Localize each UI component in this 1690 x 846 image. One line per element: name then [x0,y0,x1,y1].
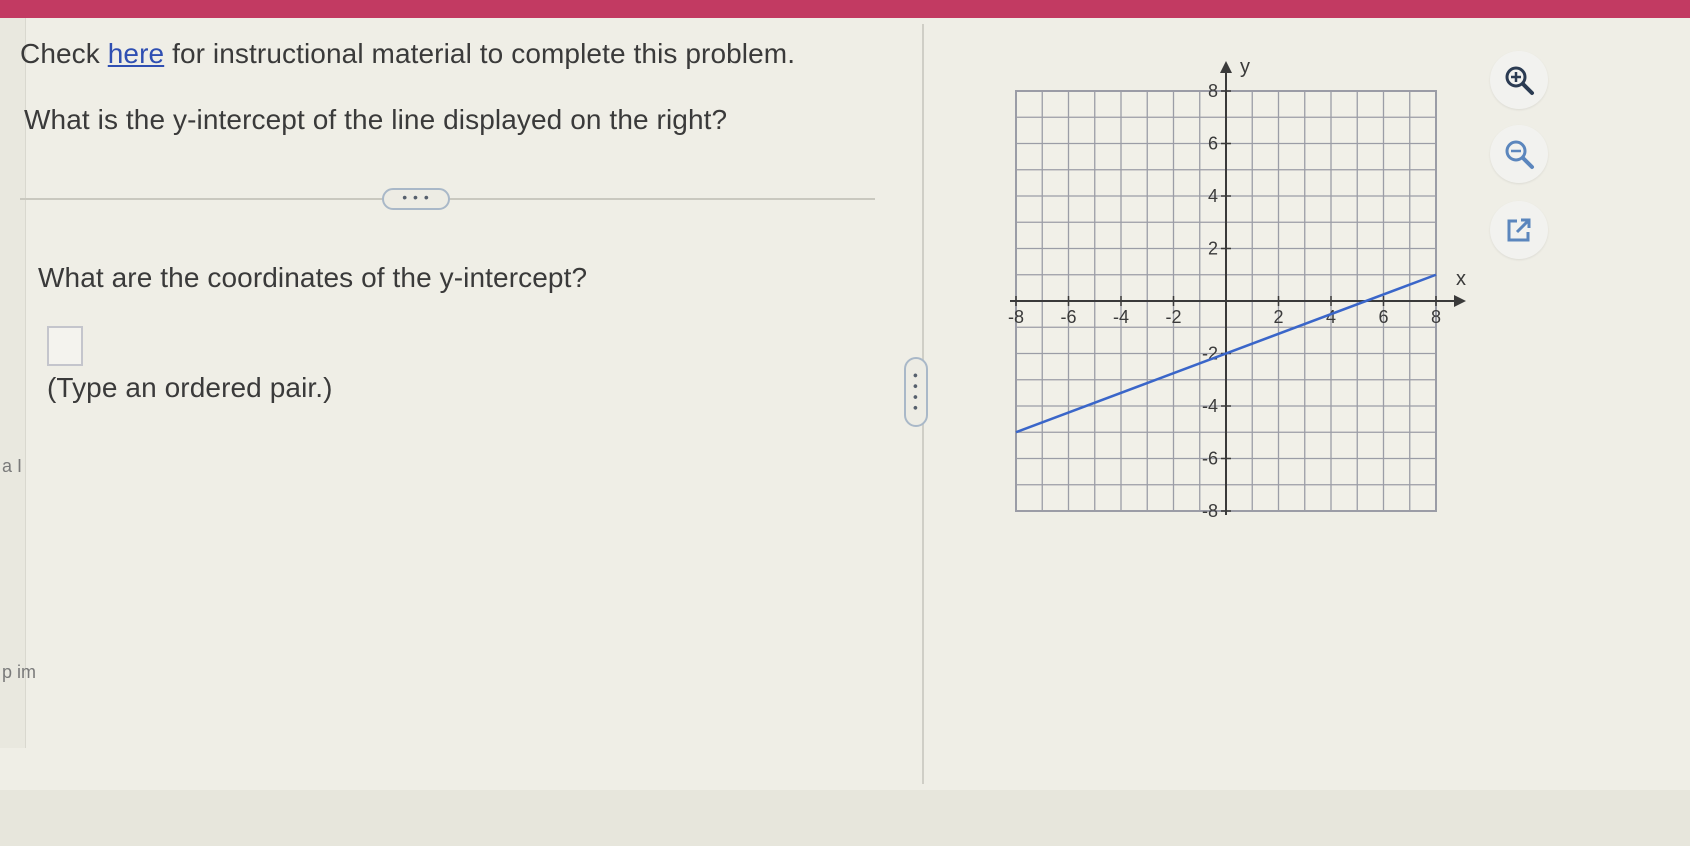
answer-hint: (Type an ordered pair.) [47,372,333,403]
subquestion-text: What are the coordinates of the y-interc… [38,262,588,293]
top-accent-bar [0,0,1690,20]
y-tick-label: -4 [1202,396,1218,416]
here-link[interactable]: here [108,38,164,69]
open-external-button[interactable] [1490,201,1548,259]
y-axis-label: y [1240,56,1250,78]
x-tick-label: 2 [1273,307,1283,327]
instruction-suffix: for instructional material to complete t… [164,38,796,69]
zoom-out-icon [1505,140,1534,169]
question-text: What is the y-intercept of the line disp… [24,104,728,135]
edge-text-top: a I [2,456,23,476]
edge-text-bottom: p im [2,662,37,682]
zoom-out-button[interactable] [1490,125,1548,183]
expand-button[interactable]: • • • [382,188,450,210]
x-tick-label: -4 [1113,307,1129,327]
x-tick-label: -8 [1008,307,1024,327]
answer-input[interactable] [47,326,83,366]
x-tick-label: 8 [1431,307,1441,327]
panel-splitter-handle[interactable]: • • • • [904,357,928,427]
instruction-prefix: Check [20,38,108,69]
external-link-icon [1507,218,1531,242]
y-tick-label: 2 [1208,239,1218,259]
bottom-strip [0,790,1690,846]
x-tick-label: -2 [1165,307,1181,327]
left-panel-edge [0,18,26,748]
y-tick-label: -6 [1202,449,1218,469]
y-tick-label: -8 [1202,501,1218,521]
x-tick-label: 6 [1378,307,1388,327]
y-axis-arrow [1220,61,1232,73]
y-tick-label: 6 [1208,134,1218,154]
x-tick-label: -6 [1060,307,1076,327]
y-tick-label: 8 [1208,81,1218,101]
x-axis-label: x [1456,268,1466,290]
instruction-line: Check here for instructional material to… [20,38,795,70]
coordinate-graph: xy-8 -6 -4 -2 2 4 6 8-8-6-4-22468 [1008,56,1466,521]
x-axis-arrow [1454,295,1466,307]
y-tick-label: 4 [1208,186,1218,206]
x-tick-label: 4 [1326,307,1336,327]
zoom-in-button[interactable] [1490,51,1548,109]
zoom-in-icon [1505,66,1534,95]
